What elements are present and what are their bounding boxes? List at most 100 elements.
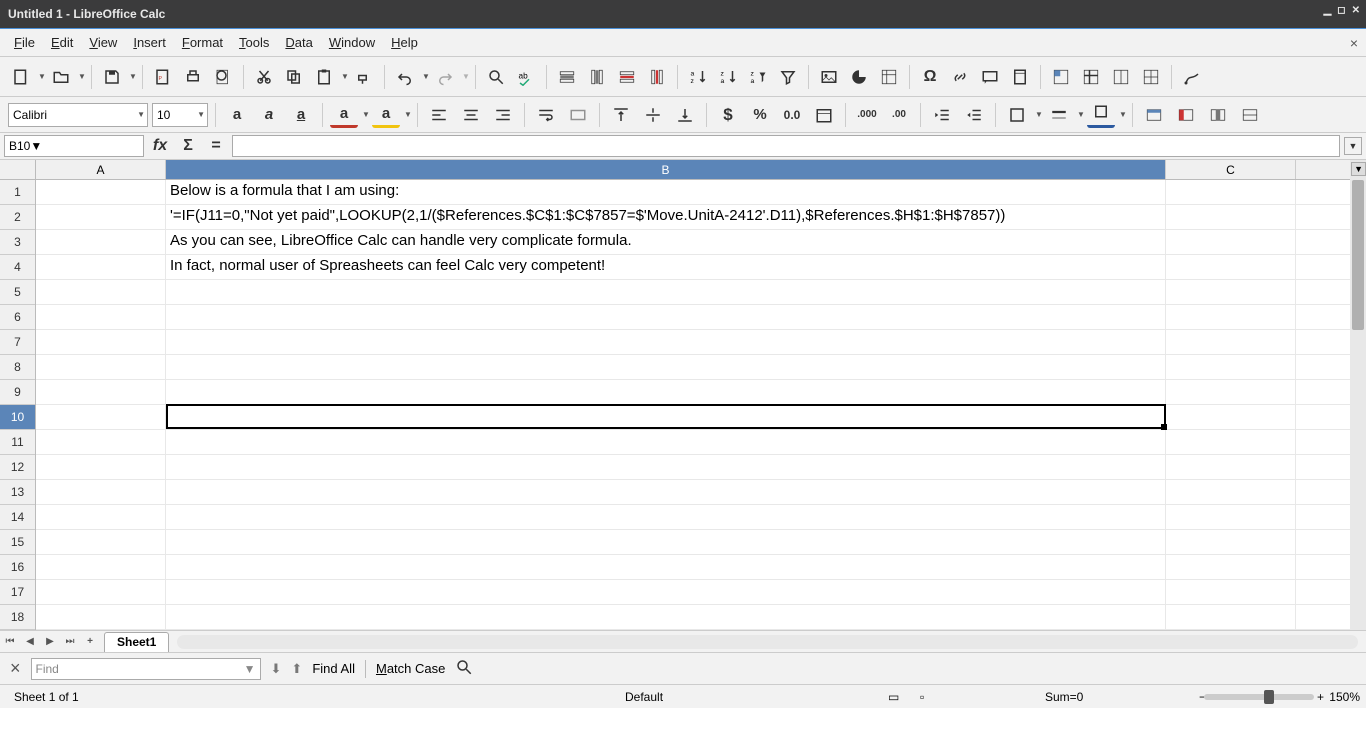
cell[interactable]: As you can see, LibreOffice Calc can han…: [166, 230, 1166, 254]
find-next-icon[interactable]: ⬆: [291, 661, 302, 677]
cell[interactable]: [1166, 180, 1296, 204]
autofilter-toggle-icon[interactable]: [775, 64, 801, 90]
cell[interactable]: [166, 430, 1166, 454]
split-window-icon[interactable]: [1108, 64, 1134, 90]
chevron-down-icon[interactable]: ▼: [197, 110, 205, 119]
border-color-icon[interactable]: [1087, 102, 1115, 128]
cell[interactable]: [166, 505, 1166, 529]
row-header[interactable]: 14: [0, 505, 35, 530]
cell[interactable]: [1166, 230, 1296, 254]
sidebar-expand-button[interactable]: ▼: [1351, 162, 1366, 176]
chevron-down-icon[interactable]: ▼: [30, 139, 42, 153]
find-replace-icon[interactable]: [483, 64, 509, 90]
column-header[interactable]: B: [166, 160, 1166, 179]
row-header[interactable]: 11: [0, 430, 35, 455]
menu-data[interactable]: Data: [277, 31, 320, 54]
menu-edit[interactable]: Edit: [43, 31, 81, 54]
export-pdf-icon[interactable]: P: [150, 64, 176, 90]
cell[interactable]: [1166, 355, 1296, 379]
cell[interactable]: [36, 430, 166, 454]
cell[interactable]: [166, 555, 1166, 579]
highlight-dropdown[interactable]: ▼: [404, 110, 410, 119]
column-header[interactable]: A: [36, 160, 166, 179]
cell[interactable]: '=IF(J11=0,"Not yet paid",LOOKUP(2,1/($R…: [166, 205, 1166, 229]
col-delete-icon[interactable]: [644, 64, 670, 90]
new-doc-dropdown[interactable]: ▼: [38, 72, 44, 81]
cell[interactable]: [166, 330, 1166, 354]
chevron-down-icon[interactable]: ▼: [137, 110, 145, 119]
highlight-icon[interactable]: a: [372, 102, 400, 128]
comment-icon[interactable]: [977, 64, 1003, 90]
cell[interactable]: [166, 580, 1166, 604]
align-top-icon[interactable]: [607, 102, 635, 128]
align-right-icon[interactable]: [489, 102, 517, 128]
cell[interactable]: [166, 605, 1166, 629]
autoformat-icon[interactable]: [1140, 102, 1168, 128]
maximize-button[interactable]: ◻: [1337, 5, 1345, 16]
cell[interactable]: [166, 480, 1166, 504]
row-header[interactable]: 15: [0, 530, 35, 555]
zoom-slider[interactable]: [1198, 690, 1320, 704]
undo-dropdown[interactable]: ▼: [422, 72, 428, 81]
cell[interactable]: [36, 380, 166, 404]
cells-area[interactable]: Below is a formula that I am using:'=IF(…: [36, 180, 1366, 630]
cell[interactable]: [36, 555, 166, 579]
redo-dropdown[interactable]: ▼: [462, 72, 468, 81]
close-document-button[interactable]: ×: [1350, 35, 1358, 51]
redo-icon[interactable]: [432, 64, 458, 90]
row-header[interactable]: 18: [0, 605, 35, 630]
row-header[interactable]: 6: [0, 305, 35, 330]
cell[interactable]: [36, 230, 166, 254]
cell[interactable]: [36, 330, 166, 354]
cell[interactable]: [1166, 530, 1296, 554]
match-case-toggle[interactable]: MMatch Caseatch Case: [376, 661, 445, 676]
paste-dropdown[interactable]: ▼: [341, 72, 347, 81]
tab-last-icon[interactable]: ⏭: [60, 636, 80, 647]
row-header[interactable]: 10: [0, 405, 35, 430]
row-header[interactable]: 4: [0, 255, 35, 280]
tab-prev-icon[interactable]: ◀: [20, 636, 40, 647]
find-all-button[interactable]: Find All: [312, 661, 355, 676]
cell[interactable]: [166, 530, 1166, 554]
menu-help[interactable]: Help: [383, 31, 426, 54]
cell[interactable]: [36, 530, 166, 554]
wrap-text-icon[interactable]: [532, 102, 560, 128]
sum-status[interactable]: Sum=0: [1045, 690, 1083, 704]
row-header[interactable]: 9: [0, 380, 35, 405]
minimize-button[interactable]: ▁: [1324, 5, 1332, 16]
cell[interactable]: [36, 405, 166, 429]
headers-footers-icon[interactable]: [1007, 64, 1033, 90]
col-insert-icon[interactable]: [584, 64, 610, 90]
cell[interactable]: In fact, normal user of Spreasheets can …: [166, 255, 1166, 279]
clone-formatting-icon[interactable]: [351, 64, 377, 90]
tab-first-icon[interactable]: ⏮: [0, 636, 20, 647]
cell[interactable]: [1166, 380, 1296, 404]
font-size-combo[interactable]: 10 ▼: [152, 103, 208, 127]
styles-icon1[interactable]: [1204, 102, 1232, 128]
border-style-dropdown[interactable]: ▼: [1077, 110, 1083, 119]
selection-mode-icon[interactable]: ▫: [920, 690, 924, 704]
cell[interactable]: Below is a formula that I am using:: [166, 180, 1166, 204]
paste-icon[interactable]: [311, 64, 337, 90]
cell[interactable]: [36, 305, 166, 329]
cell[interactable]: [36, 480, 166, 504]
underline-icon[interactable]: a: [287, 102, 315, 128]
column-header[interactable]: C: [1166, 160, 1296, 179]
save-icon[interactable]: [99, 64, 125, 90]
add-decimal-icon[interactable]: .000: [853, 102, 881, 128]
copy-icon[interactable]: [281, 64, 307, 90]
row-header[interactable]: 17: [0, 580, 35, 605]
add-sheet-button[interactable]: +: [80, 636, 100, 647]
cell[interactable]: [166, 280, 1166, 304]
print-preview-icon[interactable]: [210, 64, 236, 90]
expand-formula-icon[interactable]: ▼: [1344, 137, 1362, 155]
tab-next-icon[interactable]: ▶: [40, 636, 60, 647]
border-color-dropdown[interactable]: ▼: [1119, 110, 1125, 119]
zoom-in-button[interactable]: +: [1317, 690, 1324, 704]
find-options-icon[interactable]: [455, 658, 473, 679]
undo-icon[interactable]: [392, 64, 418, 90]
horizontal-scrollbar[interactable]: [177, 635, 1358, 649]
cell[interactable]: [36, 280, 166, 304]
font-name-combo[interactable]: Calibri ▼: [8, 103, 148, 127]
cell[interactable]: [36, 580, 166, 604]
